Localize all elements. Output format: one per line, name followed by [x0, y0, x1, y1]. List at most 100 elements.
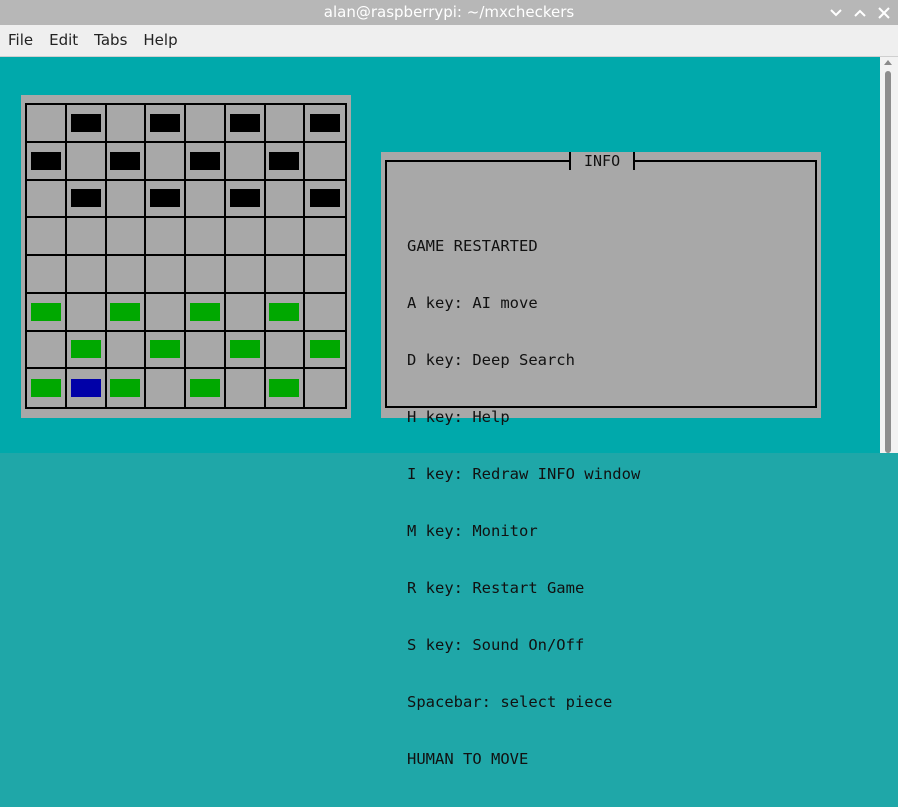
black-piece[interactable]: [110, 151, 141, 170]
board-square[interactable]: [67, 369, 107, 407]
board-square[interactable]: [186, 142, 226, 181]
board-square[interactable]: [265, 218, 306, 256]
green-piece[interactable]: [189, 379, 220, 398]
green-piece[interactable]: [229, 340, 260, 359]
board-square[interactable]: [106, 142, 147, 181]
black-piece[interactable]: [189, 151, 220, 170]
board-square[interactable]: [186, 331, 226, 370]
board-square[interactable]: [305, 294, 345, 332]
board-square[interactable]: [66, 331, 107, 370]
board-square[interactable]: [66, 218, 107, 256]
board-square[interactable]: [146, 293, 186, 332]
board-square[interactable]: [27, 256, 67, 294]
green-piece[interactable]: [150, 340, 181, 359]
board-square[interactable]: [226, 369, 266, 407]
board-square[interactable]: [146, 105, 186, 143]
board-square[interactable]: [186, 180, 226, 219]
board-square[interactable]: [265, 142, 306, 181]
board-square[interactable]: [186, 293, 226, 332]
minimize-button[interactable]: [828, 5, 844, 21]
board-square[interactable]: [265, 180, 306, 219]
scroll-up-icon[interactable]: [884, 60, 892, 65]
board-square[interactable]: [225, 218, 266, 256]
board-square[interactable]: [146, 180, 186, 219]
green-piece[interactable]: [189, 302, 220, 321]
black-piece[interactable]: [229, 113, 260, 132]
green-piece[interactable]: [30, 379, 61, 398]
black-piece[interactable]: [70, 113, 101, 132]
board-square[interactable]: [146, 369, 186, 407]
board-square[interactable]: [106, 105, 147, 143]
black-piece[interactable]: [150, 113, 181, 132]
vertical-scrollbar[interactable]: [880, 57, 898, 453]
board-square[interactable]: [225, 331, 266, 370]
black-piece[interactable]: [310, 189, 341, 208]
board-square[interactable]: [146, 218, 186, 256]
board-square[interactable]: [66, 256, 107, 294]
black-piece[interactable]: [310, 113, 341, 132]
board-square[interactable]: [66, 180, 107, 219]
green-piece[interactable]: [30, 302, 61, 321]
black-piece[interactable]: [269, 151, 300, 170]
board-square[interactable]: [107, 369, 147, 407]
scrollbar-thumb[interactable]: [885, 71, 891, 453]
board-square[interactable]: [146, 142, 186, 181]
board-square[interactable]: [106, 331, 147, 370]
board-square[interactable]: [106, 256, 147, 294]
board-square[interactable]: [27, 142, 67, 181]
black-piece[interactable]: [70, 189, 101, 208]
board-square[interactable]: [305, 369, 345, 407]
menu-tabs[interactable]: Tabs: [86, 25, 135, 56]
board-square[interactable]: [305, 256, 345, 294]
black-piece[interactable]: [229, 189, 260, 208]
board-square[interactable]: [27, 218, 67, 256]
menu-help[interactable]: Help: [135, 25, 185, 56]
board-square[interactable]: [186, 256, 226, 294]
board-square[interactable]: [66, 105, 107, 143]
board-square[interactable]: [225, 293, 266, 332]
board-square[interactable]: [305, 143, 345, 181]
board-square[interactable]: [66, 142, 107, 181]
green-piece[interactable]: [269, 379, 300, 398]
board-square[interactable]: [27, 180, 67, 219]
board-square[interactable]: [66, 293, 107, 332]
board-square[interactable]: [27, 331, 67, 370]
board-square[interactable]: [225, 105, 266, 143]
menu-edit[interactable]: Edit: [41, 25, 86, 56]
board-square[interactable]: [186, 105, 226, 143]
board-square[interactable]: [265, 293, 306, 332]
board-square[interactable]: [266, 369, 306, 407]
board-square[interactable]: [305, 218, 345, 256]
green-piece[interactable]: [110, 379, 141, 398]
selected-piece[interactable]: [70, 379, 101, 398]
black-piece[interactable]: [150, 189, 181, 208]
board-square[interactable]: [27, 369, 67, 407]
board-square[interactable]: [305, 181, 345, 219]
checkers-board[interactable]: [25, 103, 347, 409]
board-square[interactable]: [27, 105, 67, 143]
board-square[interactable]: [265, 105, 306, 143]
board-square[interactable]: [265, 256, 306, 294]
green-piece[interactable]: [269, 302, 300, 321]
menu-file[interactable]: File: [0, 25, 41, 56]
board-square[interactable]: [225, 180, 266, 219]
board-square[interactable]: [186, 218, 226, 256]
green-piece[interactable]: [70, 340, 101, 359]
green-piece[interactable]: [310, 340, 341, 359]
board-square[interactable]: [225, 142, 266, 181]
board-square[interactable]: [106, 180, 147, 219]
maximize-button[interactable]: [852, 5, 868, 21]
board-square[interactable]: [27, 293, 67, 332]
board-square[interactable]: [225, 256, 266, 294]
board-square[interactable]: [106, 293, 147, 332]
green-piece[interactable]: [110, 302, 141, 321]
board-square[interactable]: [305, 105, 345, 143]
black-piece[interactable]: [30, 151, 61, 170]
board-square[interactable]: [106, 218, 147, 256]
board-square[interactable]: [146, 256, 186, 294]
board-square[interactable]: [186, 369, 226, 407]
board-square[interactable]: [305, 332, 345, 370]
board-square[interactable]: [146, 331, 186, 370]
close-button[interactable]: [876, 5, 892, 21]
board-square[interactable]: [265, 331, 306, 370]
